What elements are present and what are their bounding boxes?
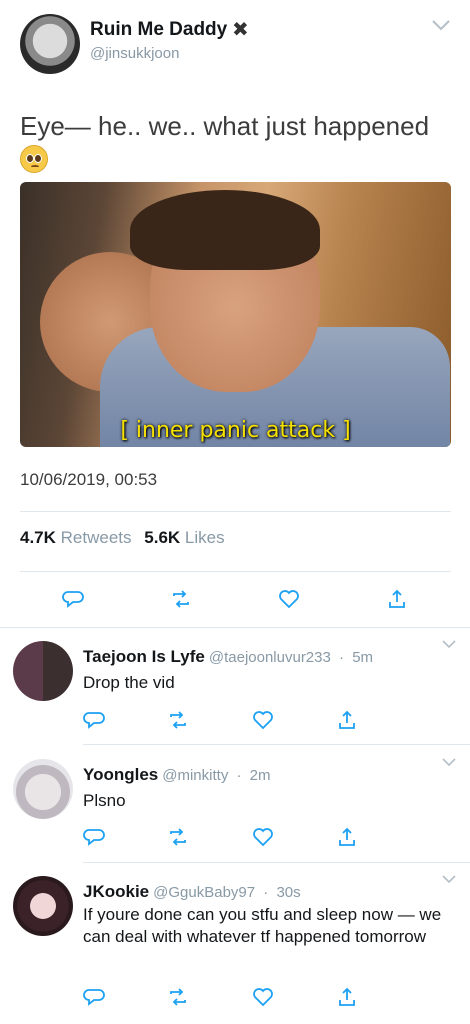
chevron-down-icon[interactable] xyxy=(441,755,457,769)
like-icon[interactable] xyxy=(252,709,274,731)
chevron-down-icon[interactable] xyxy=(430,14,452,36)
media-caption: [ inner panic attack ] xyxy=(120,418,351,443)
likes-count: 5.6K xyxy=(144,528,181,547)
reply-icon[interactable] xyxy=(62,588,84,610)
author-avatar[interactable] xyxy=(20,14,80,74)
reply-icon[interactable] xyxy=(83,986,105,1008)
reply-author-name: Taejoon Is Lyfe xyxy=(83,647,205,666)
reply-author-name: JKookie xyxy=(83,882,150,901)
share-icon[interactable] xyxy=(336,709,358,731)
pleading-face-emoji-icon xyxy=(20,145,48,173)
tweet-media-image[interactable]: [ inner panic attack ] xyxy=(20,182,451,447)
retweet-icon[interactable] xyxy=(167,709,189,731)
reply-icon[interactable] xyxy=(83,709,105,731)
author-name[interactable]: Ruin Me Daddy xyxy=(90,19,227,41)
divider xyxy=(20,571,451,572)
likes-label[interactable]: Likes xyxy=(185,528,225,547)
reply-item[interactable]: JKookie @GgukBaby97 · 30s If youre done c… xyxy=(0,862,470,1024)
reply-author[interactable]: Taejoon Is Lyfe @taejoonluvur233 · 5m xyxy=(83,647,373,667)
reply-time: 30s xyxy=(276,884,301,901)
reply-item[interactable]: Yoongles @minkitty · 2m Plsno xyxy=(0,745,470,862)
reply-text: Plsno xyxy=(83,791,126,810)
tweet-text: Eye— he.. we.. what just happened xyxy=(20,111,430,141)
reply-author-handle: @minkitty xyxy=(162,767,229,784)
reply-author-handle: @taejoonluvur233 xyxy=(208,649,331,666)
reply-time: 5m xyxy=(352,649,374,666)
reply-icon[interactable] xyxy=(83,826,105,848)
retweet-icon[interactable] xyxy=(167,986,189,1008)
chevron-down-icon[interactable] xyxy=(441,637,457,651)
reply-avatar[interactable] xyxy=(13,641,73,701)
reply-action-bar xyxy=(83,709,358,731)
tweet-timestamp: 10/06/2019, 00:53 xyxy=(20,470,158,489)
share-icon[interactable] xyxy=(336,986,358,1008)
reply-text: Drop the vid xyxy=(83,673,175,692)
reply-item[interactable]: Taejoon Is Lyfe @taejoonluvur233 · 5m Dro… xyxy=(0,627,470,744)
retweets-label[interactable]: Retweets xyxy=(61,528,132,547)
reply-action-bar xyxy=(83,826,358,848)
reply-time: 2m xyxy=(249,767,271,784)
reply-author-name: Yoongles xyxy=(83,765,159,784)
tweet-stats: 4.7K Retweets 5.6K Likes xyxy=(20,528,233,548)
reply-author[interactable]: JKookie @GgukBaby97 · 30s xyxy=(83,882,301,902)
close-x-icon: ✖ xyxy=(232,19,249,41)
divider xyxy=(20,511,451,512)
reply-avatar[interactable] xyxy=(13,876,73,936)
chevron-down-icon[interactable] xyxy=(441,872,457,886)
share-icon[interactable] xyxy=(386,588,408,610)
reply-action-bar xyxy=(83,986,358,1008)
author-handle[interactable]: @jinsukkjoon xyxy=(90,45,179,62)
reply-text: If youre done can you stfu and sleep now… xyxy=(83,905,442,946)
retweet-icon[interactable] xyxy=(170,588,192,610)
share-icon[interactable] xyxy=(336,826,358,848)
retweets-count: 4.7K xyxy=(20,528,56,547)
reply-author-handle: @GgukBaby97 xyxy=(153,884,256,901)
like-icon[interactable] xyxy=(252,986,274,1008)
tweet-action-bar xyxy=(62,588,408,610)
like-icon[interactable] xyxy=(252,826,274,848)
like-icon[interactable] xyxy=(278,588,300,610)
reply-author[interactable]: Yoongles @minkitty · 2m xyxy=(83,765,271,785)
retweet-icon[interactable] xyxy=(167,826,189,848)
reply-avatar[interactable] xyxy=(13,759,73,819)
